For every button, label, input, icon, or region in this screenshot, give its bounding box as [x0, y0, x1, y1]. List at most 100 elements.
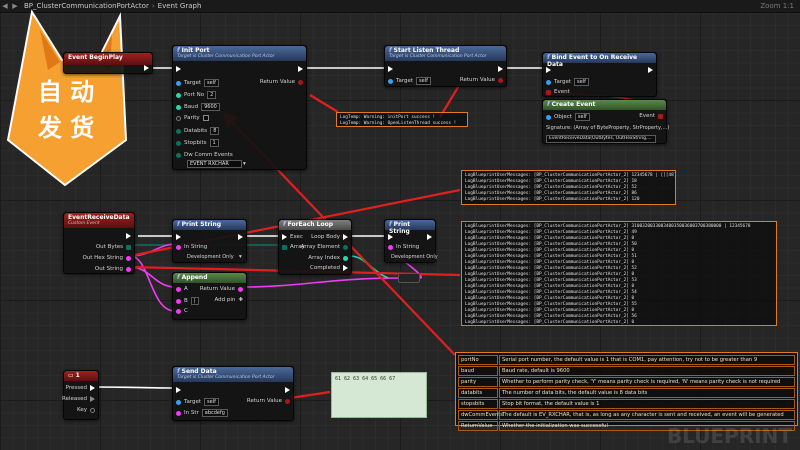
conversion-node[interactable]	[398, 273, 420, 283]
exec-output-pin[interactable]	[498, 66, 503, 72]
stopbits-input[interactable]: 1	[209, 139, 219, 147]
parameter-row: portNo Serial port number, the default va…	[458, 355, 795, 366]
exec-input-pin[interactable]: Exec	[282, 234, 303, 240]
exec-input-pin[interactable]	[388, 234, 393, 240]
exec-output-pin[interactable]	[144, 65, 149, 71]
parameter-row: stopsbits Stop bit format, the default va…	[458, 399, 795, 410]
event-pin[interactable]: Event	[546, 89, 570, 95]
exec-input-pin[interactable]	[388, 66, 393, 72]
exec-input-pin[interactable]	[176, 234, 181, 240]
node-title: Print String	[181, 221, 222, 228]
portno-input[interactable]: 2	[207, 91, 217, 99]
exec-output-pin[interactable]	[285, 387, 290, 393]
int-wire	[349, 255, 389, 279]
node-create-event[interactable]: f Create Event Object self Event Signature…	[542, 99, 670, 144]
parameter-description: The default is EV_RXCHAR, that is, as lo…	[499, 410, 795, 420]
node-bind-event[interactable]: f Bind Event to On Receive Data Target sel…	[542, 52, 657, 97]
parity-checkbox[interactable]	[202, 115, 209, 121]
dwcomm-pin[interactable]: Dw Comm Events	[176, 152, 233, 158]
exec-output-pin[interactable]	[648, 67, 653, 73]
return-value-pin[interactable]: Return Value	[247, 398, 290, 404]
exec-output-pin[interactable]	[126, 233, 131, 239]
add-pin-button[interactable]: Add pin ✚	[214, 297, 243, 303]
node-title: 1	[75, 372, 80, 379]
c-pin[interactable]: C	[176, 308, 188, 314]
parameter-table: portNo Serial port number, the default va…	[455, 352, 798, 431]
exec-input-pin[interactable]	[546, 67, 551, 73]
event-output-pin[interactable]: Event	[639, 113, 663, 119]
key-pin[interactable]: Key	[77, 407, 95, 413]
string-wire	[243, 277, 401, 288]
node-event-receive-data[interactable]: EventReceiveData Custom Event Out Bytes O…	[63, 212, 135, 274]
out-hex-string-pin[interactable]: Out Hex String	[82, 255, 131, 261]
node-subtitle: Custom Event	[68, 221, 100, 226]
node-event-beginplay[interactable]: Event BeginPlay	[63, 52, 153, 74]
node-subtitle: Target is Cluster Communication Port Act…	[389, 54, 487, 59]
node-title: Append	[181, 274, 208, 281]
parameter-name: parity	[458, 377, 498, 387]
baud-input[interactable]: 9600	[201, 103, 220, 111]
node-init-port[interactable]: f Init Port Target is Cluster Communicatio…	[172, 45, 307, 170]
in-string-pin[interactable]: In String	[176, 244, 207, 250]
node-print-string-2[interactable]: f Print String In String Development Only	[384, 219, 438, 263]
completed-pin[interactable]: Completed	[310, 265, 348, 271]
function-dropdown[interactable]: EventReceiveData(OutBytes, OutHexString,…	[546, 135, 656, 143]
loop-body-pin[interactable]: Loop Body	[311, 234, 348, 240]
node-key-1[interactable]: ▭ 1 Pressed Released Key	[62, 370, 99, 420]
baud-pin[interactable]: Baud 9600	[176, 103, 220, 111]
node-title: Send Data	[181, 368, 217, 375]
target-pin[interactable]: Target self	[176, 398, 219, 406]
exec-output-pin[interactable]	[298, 66, 303, 72]
string-wire	[129, 255, 176, 312]
parity-pin[interactable]: Parity	[176, 115, 209, 121]
node-start-listen-thread[interactable]: f Start Listen Thread Target is Cluster Co…	[384, 45, 507, 87]
in-str-pin[interactable]: In Str abcdefg	[176, 409, 228, 417]
exec-wire	[96, 386, 173, 389]
out-bytes-pin[interactable]: Out Bytes	[96, 244, 131, 250]
target-pin[interactable]: Target self	[176, 79, 219, 87]
b-pin[interactable]: B |	[176, 297, 199, 305]
object-pin[interactable]: Object self	[546, 113, 590, 121]
array-element-pin[interactable]: Array Element	[301, 244, 348, 250]
annotation-arrow	[289, 390, 331, 400]
in-string-pin[interactable]: In String	[388, 244, 419, 250]
exec-output-pin[interactable]	[238, 234, 243, 240]
databits-input[interactable]: 8	[210, 127, 220, 135]
hex-output-box: 61 62 63 64 65 66 67	[331, 372, 427, 418]
node-foreach-loop[interactable]: f ForEach Loop Exec Array Loop Body Array…	[278, 219, 352, 275]
in-str-input[interactable]: abcdefg	[201, 409, 228, 417]
function-icon: f	[177, 368, 180, 375]
exec-input-pin[interactable]	[176, 66, 181, 72]
signature-label: Signature: (Array of ByteProperty, StrPr…	[546, 125, 670, 131]
parameter-name: portNo	[458, 355, 498, 365]
portno-pin[interactable]: Port No 2	[176, 91, 217, 99]
databits-pin[interactable]: Databits 8	[176, 127, 220, 135]
node-print-string-1[interactable]: f Print String In String Development Only…	[172, 219, 247, 263]
exec-output-pin[interactable]	[427, 234, 432, 240]
node-append[interactable]: f Append A B | C Return Value Add pin ✚	[172, 272, 247, 320]
dwcomm-dropdown[interactable]: EVENT RXCHAR ▾	[187, 160, 246, 168]
target-pin[interactable]: Target self	[546, 78, 589, 86]
exec-input-pin[interactable]	[176, 387, 181, 393]
stopbits-pin[interactable]: Stopbits 1	[176, 139, 219, 147]
return-value-pin[interactable]: Return Value	[460, 77, 503, 83]
function-icon: f	[177, 47, 180, 54]
target-pin[interactable]: Target self	[388, 77, 431, 85]
array-index-pin[interactable]: Array Index	[308, 255, 348, 261]
function-icon: f	[283, 221, 286, 228]
released-pin[interactable]: Released	[62, 396, 95, 402]
log-line: LogTemp: Warning: OpenListenThread succe…	[340, 121, 457, 126]
out-string-pin[interactable]: Out String	[95, 266, 131, 272]
return-value-pin[interactable]: Return Value	[200, 286, 243, 292]
pressed-pin[interactable]: Pressed	[66, 385, 95, 391]
function-icon: f	[389, 47, 392, 54]
log-line: LogBlueprintUserMessages: [BP_ClusterCom…	[465, 197, 640, 202]
parameter-description: Whether to perform parity check, 'Y' mea…	[499, 377, 795, 387]
a-pin[interactable]: A	[176, 286, 188, 292]
expand-chevron-icon[interactable]: ▾	[239, 254, 242, 260]
development-only-label: Development Only	[391, 254, 438, 260]
node-title: ForEach Loop	[287, 221, 333, 228]
node-send-data[interactable]: f Send Data Target is Cluster Communicatio…	[172, 366, 294, 421]
return-value-pin[interactable]: Return Value	[260, 79, 303, 85]
parameter-name: baud	[458, 366, 498, 376]
